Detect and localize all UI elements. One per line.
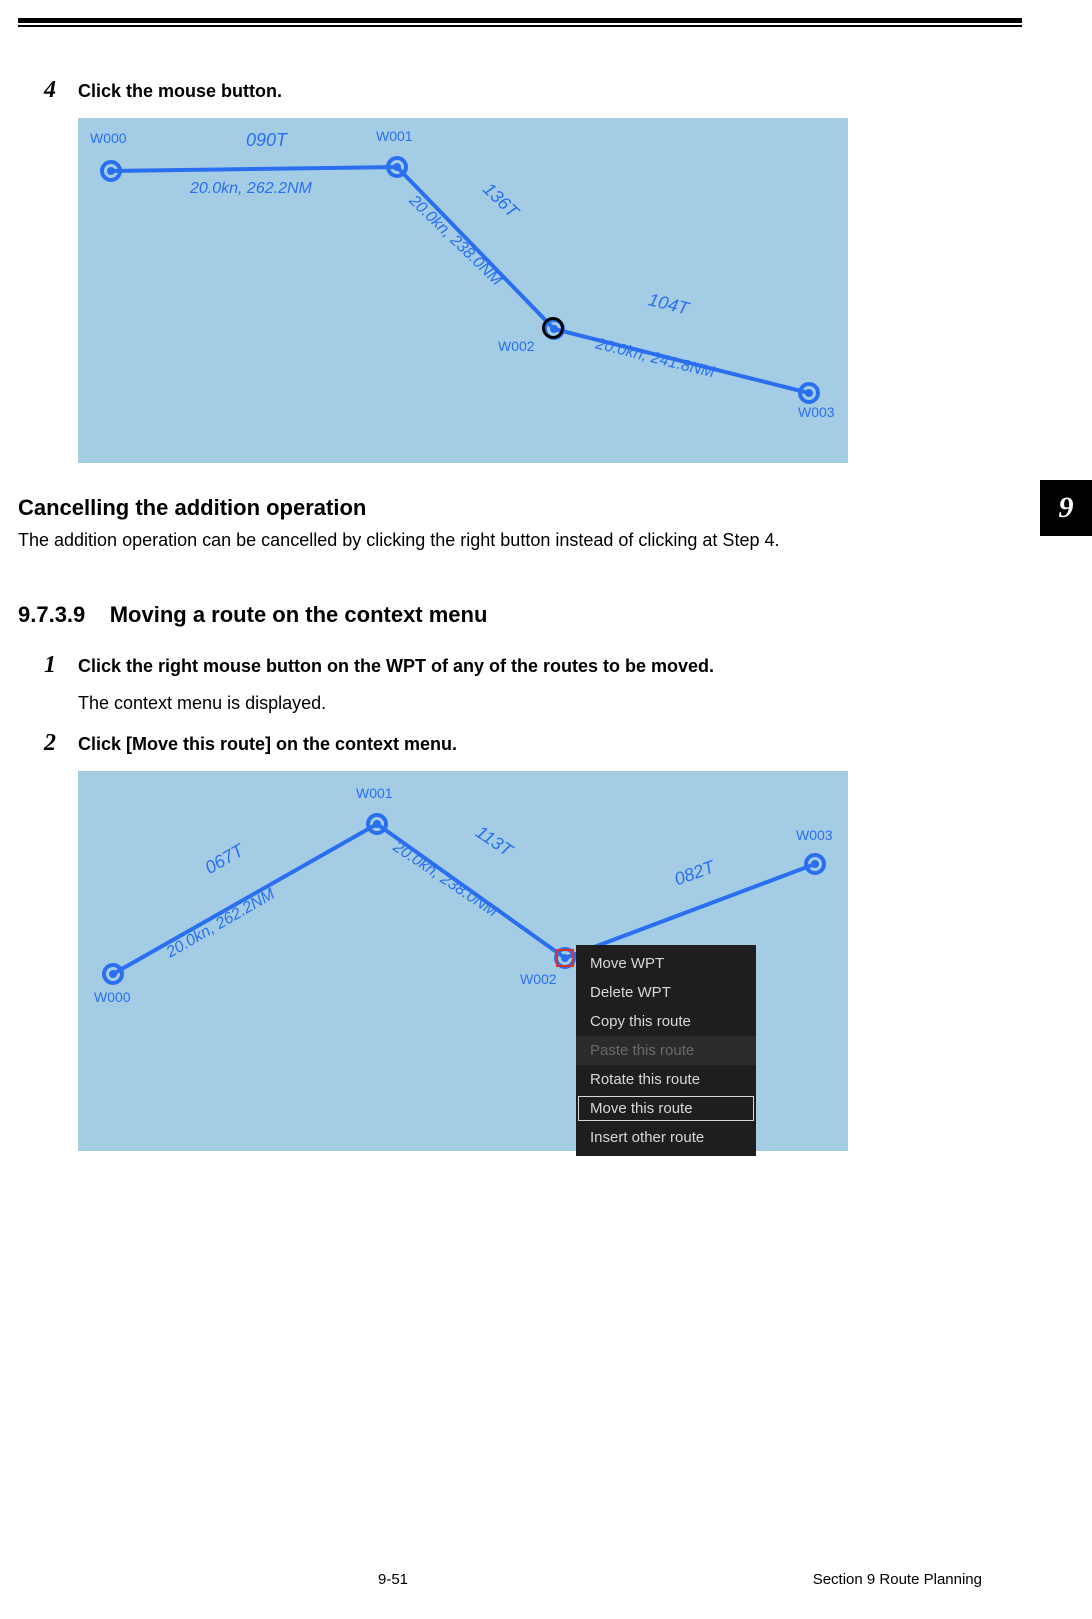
section-heading: 9.7.3.9 Moving a route on the context me…: [18, 602, 1022, 628]
waypoint-label: W001: [356, 785, 393, 801]
waypoint-label: W002: [498, 338, 535, 354]
leg-course: 090T: [246, 130, 287, 151]
leg-speed-distance: 20.0kn, 238.0NM: [389, 838, 500, 921]
leg-course: 104T: [646, 289, 691, 319]
waypoint-label: W002: [520, 971, 557, 987]
step-description: The context menu is displayed.: [78, 693, 1022, 714]
ctx-rotate-route[interactable]: Rotate this route: [576, 1065, 756, 1094]
selection-box: [556, 949, 574, 967]
ctx-paste-route: Paste this route: [576, 1036, 756, 1065]
waypoint-W001: [386, 156, 408, 178]
waypoint-label: W000: [90, 130, 127, 146]
section-title: Moving a route on the context menu: [110, 602, 488, 627]
ctx-move-wpt[interactable]: Move WPT: [576, 949, 756, 978]
waypoint-label: W003: [798, 404, 835, 420]
cancel-body: The addition operation can be cancelled …: [18, 527, 1022, 554]
leg-course: 082T: [672, 857, 718, 891]
diagram-1-wrap: W000 W001 W002 W003 090T 20.0kn, 262.2NM…: [78, 118, 1022, 463]
section-label: Section 9 Route Planning: [813, 1571, 982, 1588]
step-4: 4 Click the mouse button.: [30, 77, 1022, 104]
page-footer: 9-51 Section 9 Route Planning: [378, 1571, 982, 1588]
waypoint-W003: [798, 382, 820, 404]
leg-course: 067T: [201, 840, 247, 879]
header-rule-thin: [18, 25, 1022, 27]
ctx-copy-route[interactable]: Copy this route: [576, 1007, 756, 1036]
step-number: 1: [30, 652, 56, 679]
waypoint-W001: [366, 813, 388, 835]
step-instruction: Click the right mouse button on the WPT …: [78, 656, 714, 677]
document-page: 9 4 Click the mouse button. W000 W001 W0…: [0, 0, 1092, 1618]
step-1: 1 Click the right mouse button on the WP…: [30, 652, 1022, 679]
cursor-ring: [542, 317, 564, 339]
cancel-heading: Cancelling the addition operation: [18, 495, 1022, 521]
waypoint-label: W000: [94, 989, 131, 1005]
step-number: 4: [30, 77, 56, 104]
waypoint-label: W001: [376, 128, 413, 144]
ctx-insert-route[interactable]: Insert other route: [576, 1123, 756, 1152]
step-instruction: Click [Move this route] on the context m…: [78, 734, 457, 755]
step-2: 2 Click [Move this route] on the context…: [30, 730, 1022, 757]
leg-speed-distance: 20.0kn, 262.2NM: [190, 180, 312, 198]
leg-speed-distance: 20.0kn, 241.8NM: [594, 336, 717, 383]
step-instruction: Click the mouse button.: [78, 81, 282, 102]
diagram-2-wrap: W000 W001 W002 W003 067T 20.0kn, 262.2NM…: [78, 771, 1022, 1151]
leg-course: 113T: [472, 822, 517, 862]
leg-course: 136T: [478, 179, 522, 223]
leg-speed-distance: 20.0kn, 262.2NM: [164, 886, 279, 963]
route-diagram-2: W000 W001 W002 W003 067T 20.0kn, 262.2NM…: [78, 771, 848, 1151]
ctx-delete-wpt[interactable]: Delete WPT: [576, 978, 756, 1007]
ctx-move-route[interactable]: Move this route: [576, 1094, 756, 1123]
waypoint-label: W003: [796, 827, 833, 843]
step-number: 2: [30, 730, 56, 757]
leg-speed-distance: 20.0kn, 238.0NM: [405, 192, 505, 290]
context-menu[interactable]: Move WPT Delete WPT Copy this route Past…: [576, 945, 756, 1156]
waypoint-W003: [804, 853, 826, 875]
waypoint-W000: [102, 963, 124, 985]
route-lines-1: [78, 118, 848, 463]
section-number: 9.7.3.9: [18, 602, 85, 627]
route-diagram-1: W000 W001 W002 W003 090T 20.0kn, 262.2NM…: [78, 118, 848, 463]
chapter-tab: 9: [1040, 480, 1092, 536]
page-number: 9-51: [378, 1571, 408, 1588]
waypoint-W000: [100, 160, 122, 182]
header-rule-thick: [18, 18, 1022, 23]
